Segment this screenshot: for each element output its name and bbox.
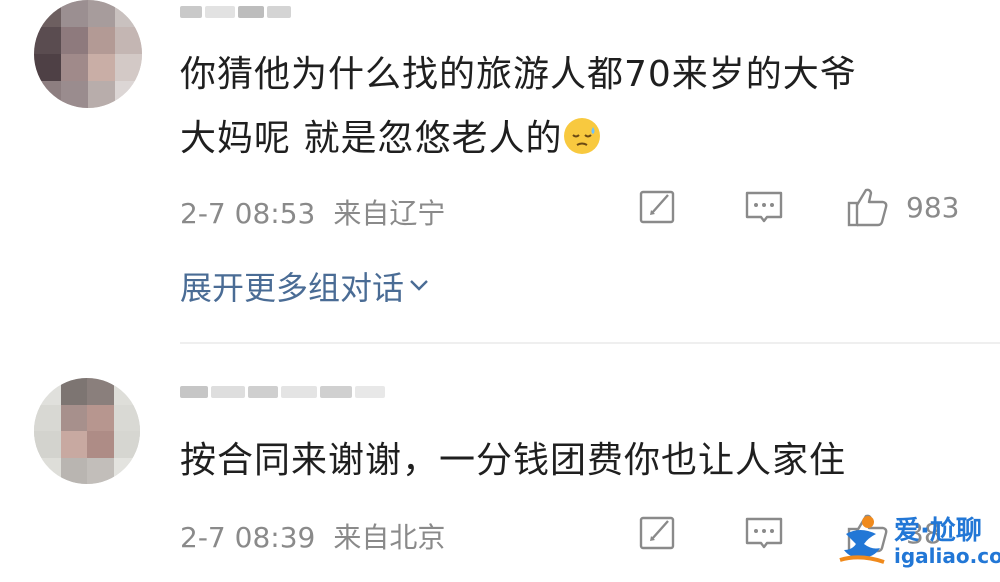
chevron-down-icon: [410, 280, 428, 291]
share-icon: [639, 516, 675, 550]
comment-meta: 2-7 08:53 来自辽宁: [180, 192, 445, 232]
sweat-smile-emoji: [564, 118, 601, 154]
comment-text: 你猜他为什么找的旅游人都70来岁的大爷: [180, 54, 857, 95]
watermark-title: 爱·尬聊: [894, 516, 982, 546]
location: 来自辽宁: [333, 197, 446, 230]
reply-button[interactable]: [744, 190, 784, 226]
expand-label: 展开更多组对话: [180, 269, 405, 307]
divider: [180, 342, 1000, 344]
watermark: 爱·尬聊 igaliao.com: [836, 510, 1000, 578]
share-button[interactable]: [638, 515, 678, 551]
comment-icon: [745, 517, 783, 549]
comment-text: 大妈呢 就是忽悠老人的: [180, 112, 601, 166]
like-count: 983: [906, 190, 960, 224]
username[interactable]: [180, 386, 385, 398]
comment-icon: [745, 191, 783, 223]
comment-text: 按合同来谢谢，一分钱团费你也让人家住: [180, 440, 847, 481]
reply-button[interactable]: [744, 516, 784, 552]
expand-conversation-link[interactable]: 展开更多组对话: [180, 263, 430, 309]
watermark-url: igaliao.com: [894, 544, 1000, 568]
comment-meta: 2-7 08:39 来自北京: [180, 516, 445, 556]
avatar[interactable]: [34, 378, 140, 484]
location: 来自北京: [333, 521, 446, 554]
timestamp: 2-7 08:53: [180, 197, 316, 230]
comment-text-line: 大妈呢 就是忽悠老人的: [180, 118, 563, 159]
share-icon: [639, 190, 675, 224]
thumbs-up-icon: [847, 188, 888, 227]
timestamp: 2-7 08:39: [180, 521, 316, 554]
share-button[interactable]: [638, 189, 678, 225]
like-button[interactable]: 983: [846, 186, 959, 228]
avatar[interactable]: [34, 0, 142, 108]
username[interactable]: [180, 6, 291, 18]
watermark-logo-icon: [839, 516, 885, 564]
